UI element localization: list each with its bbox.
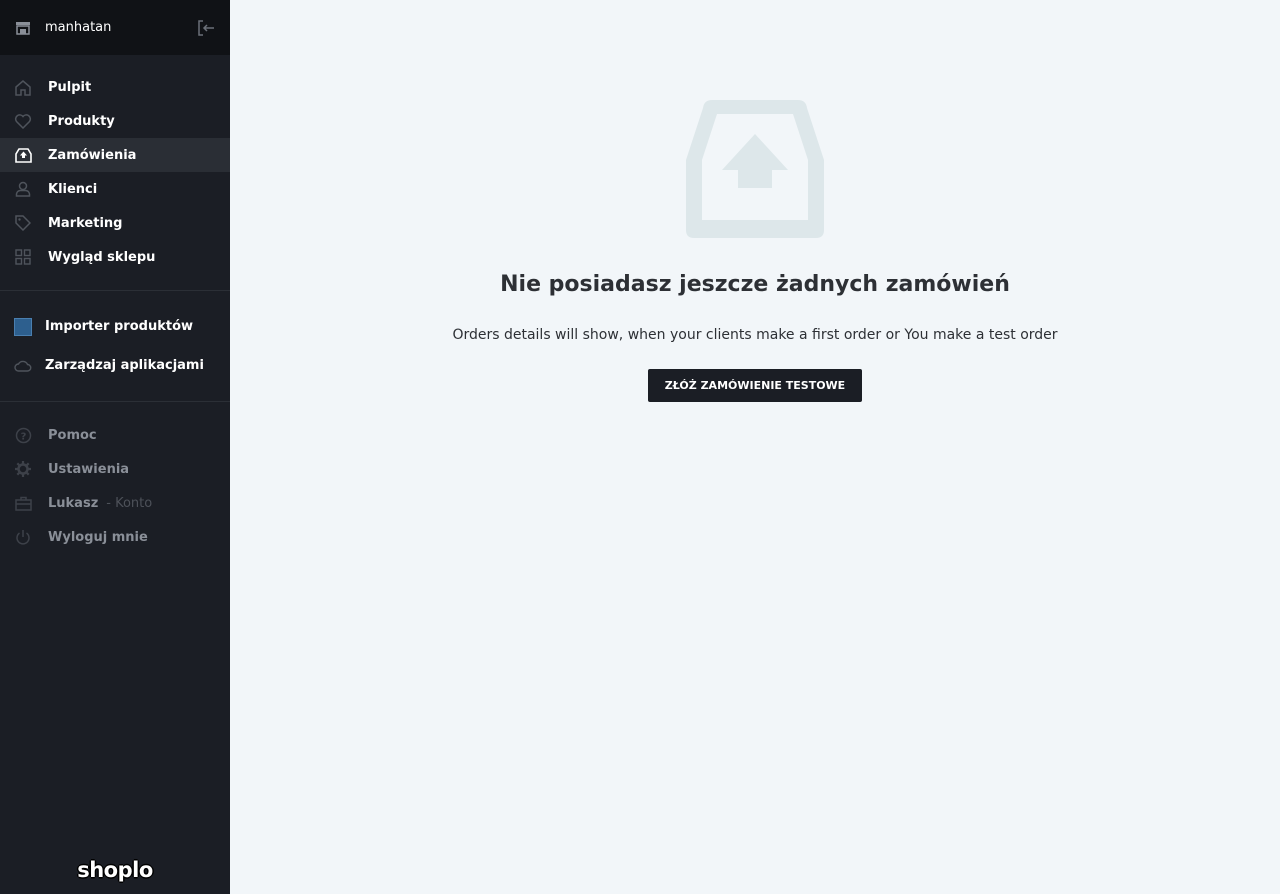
svg-text:?: ? [20, 431, 26, 442]
nav-label: Lukasz [48, 495, 99, 511]
store-name[interactable]: manhatan [45, 20, 196, 35]
store-icon [15, 20, 31, 36]
nav-item-wyloguj[interactable]: Wyloguj mnie [0, 520, 230, 554]
nav-label: Ustawienia [48, 461, 130, 477]
app-label: Zarządzaj aplikacjami [45, 358, 204, 373]
heart-icon [14, 112, 32, 130]
main-content: Nie posiadasz jeszcze żadnych zamówień O… [230, 0, 1280, 894]
brand-logo: shoplo [0, 858, 230, 882]
power-icon [14, 528, 32, 546]
test-order-button[interactable]: ZŁÓŻ ZAMÓWIENIE TESTOWE [647, 369, 863, 402]
app-thumbnail [14, 317, 32, 336]
store-header: manhatan [0, 0, 230, 55]
nav-item-klienci[interactable]: Klienci [0, 172, 230, 206]
nav-label: Pomoc [48, 427, 97, 443]
gear-icon [14, 460, 32, 478]
grid-icon [14, 248, 32, 266]
nav-item-produkty[interactable]: Produkty [0, 104, 230, 138]
nav-item-marketing[interactable]: Marketing [0, 206, 230, 240]
logout-icon[interactable] [196, 18, 216, 38]
inbox-icon [14, 146, 32, 164]
cloud-icon [14, 357, 32, 375]
briefcase-icon [14, 494, 32, 512]
main-nav: Pulpit Produkty Zamówienia Klienci Marke… [0, 55, 230, 274]
nav-item-pomoc[interactable]: ? Pomoc [0, 418, 230, 452]
empty-title: Nie posiadasz jeszcze żadnych zamówień [500, 272, 1010, 297]
nav-item-ustawienia[interactable]: Ustawienia [0, 452, 230, 486]
empty-description: Orders details will show, when your clie… [452, 327, 1058, 343]
divider [0, 290, 230, 291]
app-item-zarzadzaj-aplikacjami[interactable]: Zarządzaj aplikacjami [0, 346, 230, 385]
nav-label: Wyloguj mnie [48, 529, 148, 545]
nav-label: Zamówienia [48, 147, 137, 163]
nav-label: Pulpit [48, 79, 92, 95]
inbox-illustration [686, 100, 824, 238]
nav-label: Produkty [48, 113, 115, 129]
app-item-importer-produktow[interactable]: Importer produktów [0, 307, 230, 346]
empty-state: Nie posiadasz jeszcze żadnych zamówień O… [230, 98, 1280, 402]
nav-label: Klienci [48, 181, 98, 197]
help-icon: ? [14, 426, 32, 444]
brand-name: shoplo [77, 858, 153, 882]
nav-item-zamowienia[interactable]: Zamówienia [0, 138, 230, 172]
tag-icon [14, 214, 32, 232]
nav-label: Marketing [48, 215, 123, 231]
account-nav: ? Pomoc Ustawienia Lukasz - Konto Wylogu… [0, 418, 230, 554]
divider [0, 401, 230, 402]
account-suffix: - Konto [106, 495, 153, 511]
home-icon [14, 78, 32, 96]
apps-section: Importer produktów Zarządzaj aplikacjami [0, 307, 230, 385]
nav-item-pulpit[interactable]: Pulpit [0, 70, 230, 104]
nav-label: Wygląd sklepu [48, 249, 156, 265]
nav-item-wyglad-sklepu[interactable]: Wygląd sklepu [0, 240, 230, 274]
user-icon [14, 180, 32, 198]
app-label: Importer produktów [45, 319, 194, 334]
sidebar: manhatan Pulpit Produkty Zamówienia Klie… [0, 0, 230, 894]
nav-item-konto[interactable]: Lukasz - Konto [0, 486, 230, 520]
